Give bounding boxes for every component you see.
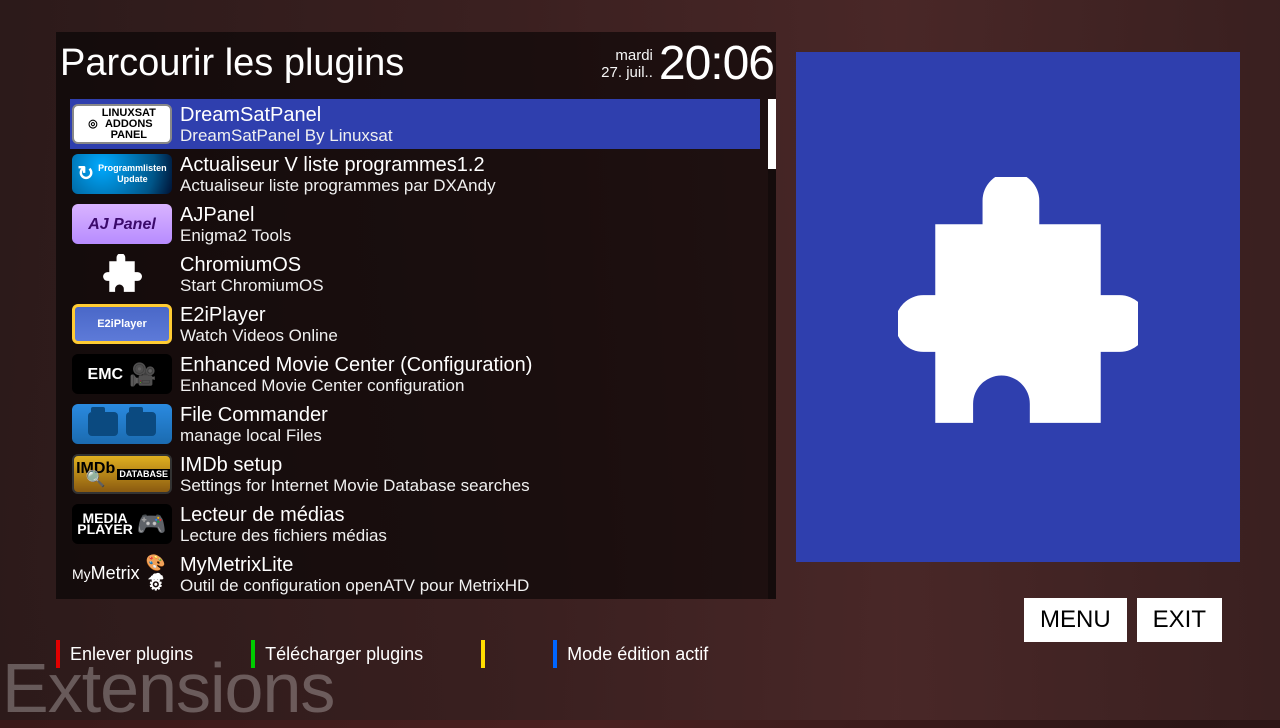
list-item-title: File Commander bbox=[180, 404, 760, 426]
list-item[interactable]: E2iPlayer E2iPlayer Watch Videos Online bbox=[70, 299, 760, 349]
program-update-icon: ↻ProgrammlistenUpdate bbox=[72, 154, 172, 194]
list-item[interactable]: MyMetrix🎨 ☁ ⚙ MyMetrixLite Outil de conf… bbox=[70, 549, 760, 599]
menu-button[interactable]: MENU bbox=[1024, 598, 1127, 642]
list-item-desc: manage local Files bbox=[180, 426, 760, 445]
list-item[interactable]: EMC🎥 Enhanced Movie Center (Configuratio… bbox=[70, 349, 760, 399]
clock: 20:06 bbox=[659, 36, 774, 91]
puzzle-icon bbox=[72, 254, 172, 294]
list-item-text: IMDb setup Settings for Internet Movie D… bbox=[180, 454, 760, 495]
media-player-icon: MEDIAPLAYER🎮 bbox=[72, 504, 172, 544]
scrollbar[interactable] bbox=[768, 99, 776, 599]
plugin-icon-slot: MEDIAPLAYER🎮 bbox=[70, 502, 174, 546]
list-item-text: Actualiseur V liste programmes1.2 Actual… bbox=[180, 154, 760, 195]
list-item[interactable]: AJ Panel AJPanel Enigma2 Tools bbox=[70, 199, 760, 249]
file-commander-icon bbox=[72, 404, 172, 444]
plugin-icon-slot: MyMetrix🎨 ☁ ⚙ bbox=[70, 552, 174, 596]
list-item[interactable]: ChromiumOS Start ChromiumOS bbox=[70, 249, 760, 299]
puzzle-icon bbox=[898, 177, 1138, 437]
legend-item[interactable]: Mode édition actif bbox=[553, 640, 766, 668]
list-item-desc: Enhanced Movie Center configuration bbox=[180, 376, 760, 395]
plugin-icon-slot: IMDb🔍DATABASE bbox=[70, 452, 174, 496]
list-item-desc: Actualiseur liste programmes par DXAndy bbox=[180, 176, 760, 195]
list-item[interactable]: ◎LINUXSATADDONSPANEL DreamSatPanel Dream… bbox=[70, 99, 760, 149]
plugin-icon-slot bbox=[70, 402, 174, 446]
screen-section-title: Extensions bbox=[2, 648, 334, 728]
plugin-icon-slot bbox=[70, 252, 174, 296]
date-text: mardi 27. juil.. bbox=[601, 47, 653, 81]
plugin-icon-slot: ◎LINUXSATADDONSPANEL bbox=[70, 102, 174, 146]
list-item-desc: Start ChromiumOS bbox=[180, 276, 760, 295]
datetime-block: mardi 27. juil.. 20:06 bbox=[601, 36, 776, 91]
list-item-desc: Enigma2 Tools bbox=[180, 226, 760, 245]
list-item[interactable]: File Commander manage local Files bbox=[70, 399, 760, 449]
plugin-list-wrap: ◎LINUXSATADDONSPANEL DreamSatPanel Dream… bbox=[56, 99, 776, 599]
header: Parcourir les plugins mardi 27. juil.. 2… bbox=[56, 32, 776, 99]
list-item-desc: Outil de configuration openATV pour Metr… bbox=[180, 576, 760, 595]
list-item-title: E2iPlayer bbox=[180, 304, 760, 326]
list-item-title: AJPanel bbox=[180, 204, 760, 226]
imdb-icon: IMDb🔍DATABASE bbox=[72, 454, 172, 494]
list-item-text: File Commander manage local Files bbox=[180, 404, 760, 445]
list-item-desc: Settings for Internet Movie Database sea… bbox=[180, 476, 760, 495]
list-item-desc: Watch Videos Online bbox=[180, 326, 760, 345]
ajpanel-icon: AJ Panel bbox=[72, 204, 172, 244]
list-item-title: Lecteur de médias bbox=[180, 504, 760, 526]
list-item-desc: DreamSatPanel By Linuxsat bbox=[180, 126, 760, 145]
list-item-text: Enhanced Movie Center (Configuration) En… bbox=[180, 354, 760, 395]
list-item-title: ChromiumOS bbox=[180, 254, 760, 276]
list-item[interactable]: ↻ProgrammlistenUpdate Actualiseur V list… bbox=[70, 149, 760, 199]
legend-label: Mode édition actif bbox=[557, 644, 766, 665]
list-item-text: ChromiumOS Start ChromiumOS bbox=[180, 254, 760, 295]
list-item-title: MyMetrixLite bbox=[180, 554, 760, 576]
list-item-text: AJPanel Enigma2 Tools bbox=[180, 204, 760, 245]
plugin-list[interactable]: ◎LINUXSATADDONSPANEL DreamSatPanel Dream… bbox=[70, 99, 760, 599]
main-panel: Parcourir les plugins mardi 27. juil.. 2… bbox=[56, 32, 776, 599]
plugin-icon-slot: AJ Panel bbox=[70, 202, 174, 246]
legend-item[interactable] bbox=[481, 640, 553, 668]
e2iplayer-icon: E2iPlayer bbox=[72, 304, 172, 344]
date: 27. juil.. bbox=[601, 64, 653, 81]
emc-icon: EMC🎥 bbox=[72, 354, 172, 394]
list-item-text: E2iPlayer Watch Videos Online bbox=[180, 304, 760, 345]
plugin-icon-slot: E2iPlayer bbox=[70, 302, 174, 346]
list-item-text: MyMetrixLite Outil de configuration open… bbox=[180, 554, 760, 595]
exit-button[interactable]: EXIT bbox=[1137, 598, 1222, 642]
list-item-text: Lecteur de médias Lecture des fichiers m… bbox=[180, 504, 760, 545]
list-item-text: DreamSatPanel DreamSatPanel By Linuxsat bbox=[180, 104, 760, 145]
preview-panel bbox=[796, 52, 1240, 562]
page-title: Parcourir les plugins bbox=[56, 42, 404, 85]
mymetrix-icon: MyMetrix🎨 ☁ ⚙ bbox=[72, 554, 172, 594]
list-item[interactable]: IMDb🔍DATABASE IMDb setup Settings for In… bbox=[70, 449, 760, 499]
scrollbar-thumb[interactable] bbox=[768, 99, 776, 169]
plugin-icon-slot: EMC🎥 bbox=[70, 352, 174, 396]
list-item-title: IMDb setup bbox=[180, 454, 760, 476]
list-item-desc: Lecture des fichiers médias bbox=[180, 526, 760, 545]
action-buttons: MENU EXIT bbox=[1024, 598, 1222, 642]
list-item-title: Enhanced Movie Center (Configuration) bbox=[180, 354, 760, 376]
list-item-title: Actualiseur V liste programmes1.2 bbox=[180, 154, 760, 176]
list-item-title: DreamSatPanel bbox=[180, 104, 760, 126]
plugin-icon-slot: ↻ProgrammlistenUpdate bbox=[70, 152, 174, 196]
legend-color-bar bbox=[481, 640, 485, 668]
list-item[interactable]: MEDIAPLAYER🎮 Lecteur de médias Lecture d… bbox=[70, 499, 760, 549]
weekday: mardi bbox=[601, 47, 653, 64]
linuxsat-icon: ◎LINUXSATADDONSPANEL bbox=[72, 104, 172, 144]
